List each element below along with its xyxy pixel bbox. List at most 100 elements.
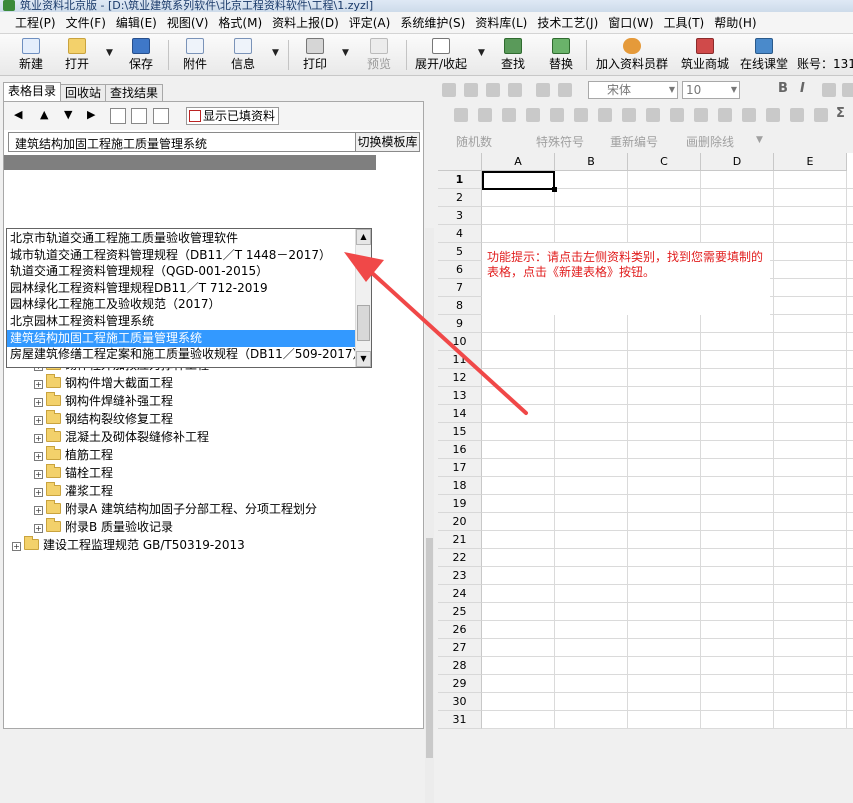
row-header[interactable]: 4	[438, 225, 482, 243]
expand-plus-icon[interactable]: +	[34, 416, 43, 425]
column-header[interactable]: E	[774, 153, 847, 171]
align-center-icon[interactable]	[478, 108, 492, 122]
print-dropdown-arrow[interactable]: ▼	[342, 48, 349, 58]
expand-dropdown-arrow[interactable]: ▼	[478, 48, 485, 58]
expand-plus-icon[interactable]: +	[34, 434, 43, 443]
scroll-down-icon[interactable]: ▼	[356, 351, 371, 367]
row-header[interactable]: 30	[438, 693, 482, 711]
clear-format-icon[interactable]	[842, 83, 853, 97]
sum-icon[interactable]: Σ	[836, 106, 845, 121]
expand-plus-icon[interactable]: +	[34, 398, 43, 407]
expand-collapse-button[interactable]: 展开/收起	[412, 36, 470, 74]
row-header[interactable]: 9	[438, 315, 482, 333]
row-header[interactable]: 20	[438, 513, 482, 531]
new-button[interactable]: 新建	[14, 36, 48, 74]
mall-button[interactable]: 筑业商城	[678, 36, 732, 74]
left-scrollbar-thumb[interactable]	[426, 538, 433, 758]
tree-node[interactable]: + 灌浆工程	[34, 482, 113, 500]
random-number-button[interactable]: 随机数	[456, 133, 492, 150]
dropdown-item[interactable]: 北京园林工程资料管理系统	[7, 313, 355, 330]
active-cell-a1[interactable]	[482, 171, 557, 192]
row-header[interactable]: 7	[438, 279, 482, 297]
copy-table-icon[interactable]	[131, 108, 147, 124]
menu-file[interactable]: 文件(F)	[61, 12, 111, 34]
cut-icon[interactable]	[464, 83, 478, 97]
lock-icon[interactable]	[670, 108, 684, 122]
dropdown-item[interactable]: 园林绿化工程施工及验收规范（2017）	[7, 296, 355, 313]
expand-plus-icon[interactable]: +	[34, 380, 43, 389]
strikeout-button[interactable]: 画删除线	[686, 133, 734, 150]
spreadsheet[interactable]: A B C D E 1 2 3 4 5 6 7 8 9 10 11 12 13 14 15 16 17 18 19 20 21 22…	[438, 153, 853, 729]
row-header[interactable]: 2	[438, 189, 482, 207]
open-dropdown-arrow[interactable]: ▼	[106, 48, 113, 58]
font-size-select[interactable]: 10 ▼	[682, 81, 740, 99]
row-header[interactable]: 29	[438, 675, 482, 693]
save-button[interactable]: 保存	[126, 36, 156, 74]
tree-node[interactable]: + 混凝土及砌体裂缝修补工程	[34, 428, 209, 446]
dropdown-item[interactable]: 北京市轨道交通工程施工质量验收管理软件	[7, 230, 355, 247]
row-header[interactable]: 11	[438, 351, 482, 369]
dropdown-item[interactable]: 轨道交通工程资料管理规程（QGD-001-2015）	[7, 263, 355, 280]
row-header[interactable]: 21	[438, 531, 482, 549]
indent-icon[interactable]	[718, 108, 732, 122]
insert-col-icon[interactable]	[622, 108, 636, 122]
dropdown-item[interactable]: 建筑结构加固工程施工质量管理系统	[7, 329, 355, 347]
wrap-text-icon[interactable]	[742, 108, 756, 122]
row-header[interactable]: 8	[438, 297, 482, 315]
column-header[interactable]: A	[482, 153, 555, 171]
tab-table-directory[interactable]: 表格目录	[3, 82, 62, 103]
font-color-icon[interactable]	[822, 83, 836, 97]
left-scrollbar[interactable]	[425, 228, 434, 803]
italic-icon[interactable]: I	[800, 81, 805, 96]
switch-template-button[interactable]: 切换模板库	[355, 133, 419, 151]
menu-system[interactable]: 系统维护(S)	[395, 12, 470, 34]
table-grid-icon[interactable]	[153, 108, 169, 124]
undo-icon[interactable]	[536, 83, 550, 97]
info-dropdown-arrow[interactable]: ▼	[272, 48, 279, 58]
tree-node[interactable]: + 锚栓工程	[34, 464, 113, 482]
cell-border-icon[interactable]	[526, 108, 540, 122]
show-filled-checkbox[interactable]: 显示已填资料	[186, 107, 280, 125]
attachment-button[interactable]: 附件	[180, 36, 210, 74]
row-header[interactable]: 24	[438, 585, 482, 603]
find-button[interactable]: 查找	[498, 36, 528, 74]
row-header[interactable]: 17	[438, 459, 482, 477]
add-table-icon[interactable]	[110, 108, 126, 124]
scrollbar-thumb[interactable]	[357, 305, 370, 341]
paste-icon[interactable]	[508, 83, 522, 97]
font-family-select[interactable]: 宋体 ▼	[588, 81, 678, 99]
tree-node[interactable]: + 钢构件焊缝补强工程	[34, 392, 173, 410]
row-header[interactable]: 12	[438, 369, 482, 387]
tree-node[interactable]: + 建设工程监理规范 GB/T50319-2013	[12, 536, 245, 554]
menu-project[interactable]: 工程(P)	[10, 12, 61, 34]
row-header[interactable]: 23	[438, 567, 482, 585]
row-header[interactable]: 28	[438, 657, 482, 675]
special-symbol-button[interactable]: 特殊符号	[536, 133, 584, 150]
strikeout-dropdown-arrow[interactable]: ▼	[756, 135, 763, 145]
expand-plus-icon[interactable]: +	[34, 506, 43, 515]
insert-row-icon[interactable]	[598, 108, 612, 122]
row-header[interactable]: 14	[438, 405, 482, 423]
move-up-icon[interactable]: ▲	[40, 108, 48, 121]
expand-plus-icon[interactable]: +	[34, 524, 43, 533]
menu-format[interactable]: 格式(M)	[213, 12, 267, 34]
row-header[interactable]: 18	[438, 477, 482, 495]
row-header[interactable]: 10	[438, 333, 482, 351]
column-header[interactable]: B	[555, 153, 628, 171]
fill-color-icon[interactable]	[766, 108, 780, 122]
tree-node[interactable]: + 钢结构裂纹修复工程	[34, 410, 173, 428]
row-header[interactable]: 27	[438, 639, 482, 657]
align-left-icon[interactable]	[454, 108, 468, 122]
expand-plus-icon[interactable]: +	[34, 488, 43, 497]
col-width-icon[interactable]	[574, 108, 588, 122]
formula-icon[interactable]	[814, 108, 828, 122]
tree-node[interactable]: + 植筋工程	[34, 446, 113, 464]
row-header[interactable]: 3	[438, 207, 482, 225]
row-header[interactable]: 26	[438, 621, 482, 639]
row-header[interactable]: 5	[438, 243, 482, 261]
menu-window[interactable]: 窗口(W)	[603, 12, 658, 34]
row-header[interactable]: 6	[438, 261, 482, 279]
text-color-icon[interactable]	[790, 108, 804, 122]
info-button[interactable]: 信息	[228, 36, 258, 74]
menu-report[interactable]: 资料上报(D)	[267, 12, 344, 34]
